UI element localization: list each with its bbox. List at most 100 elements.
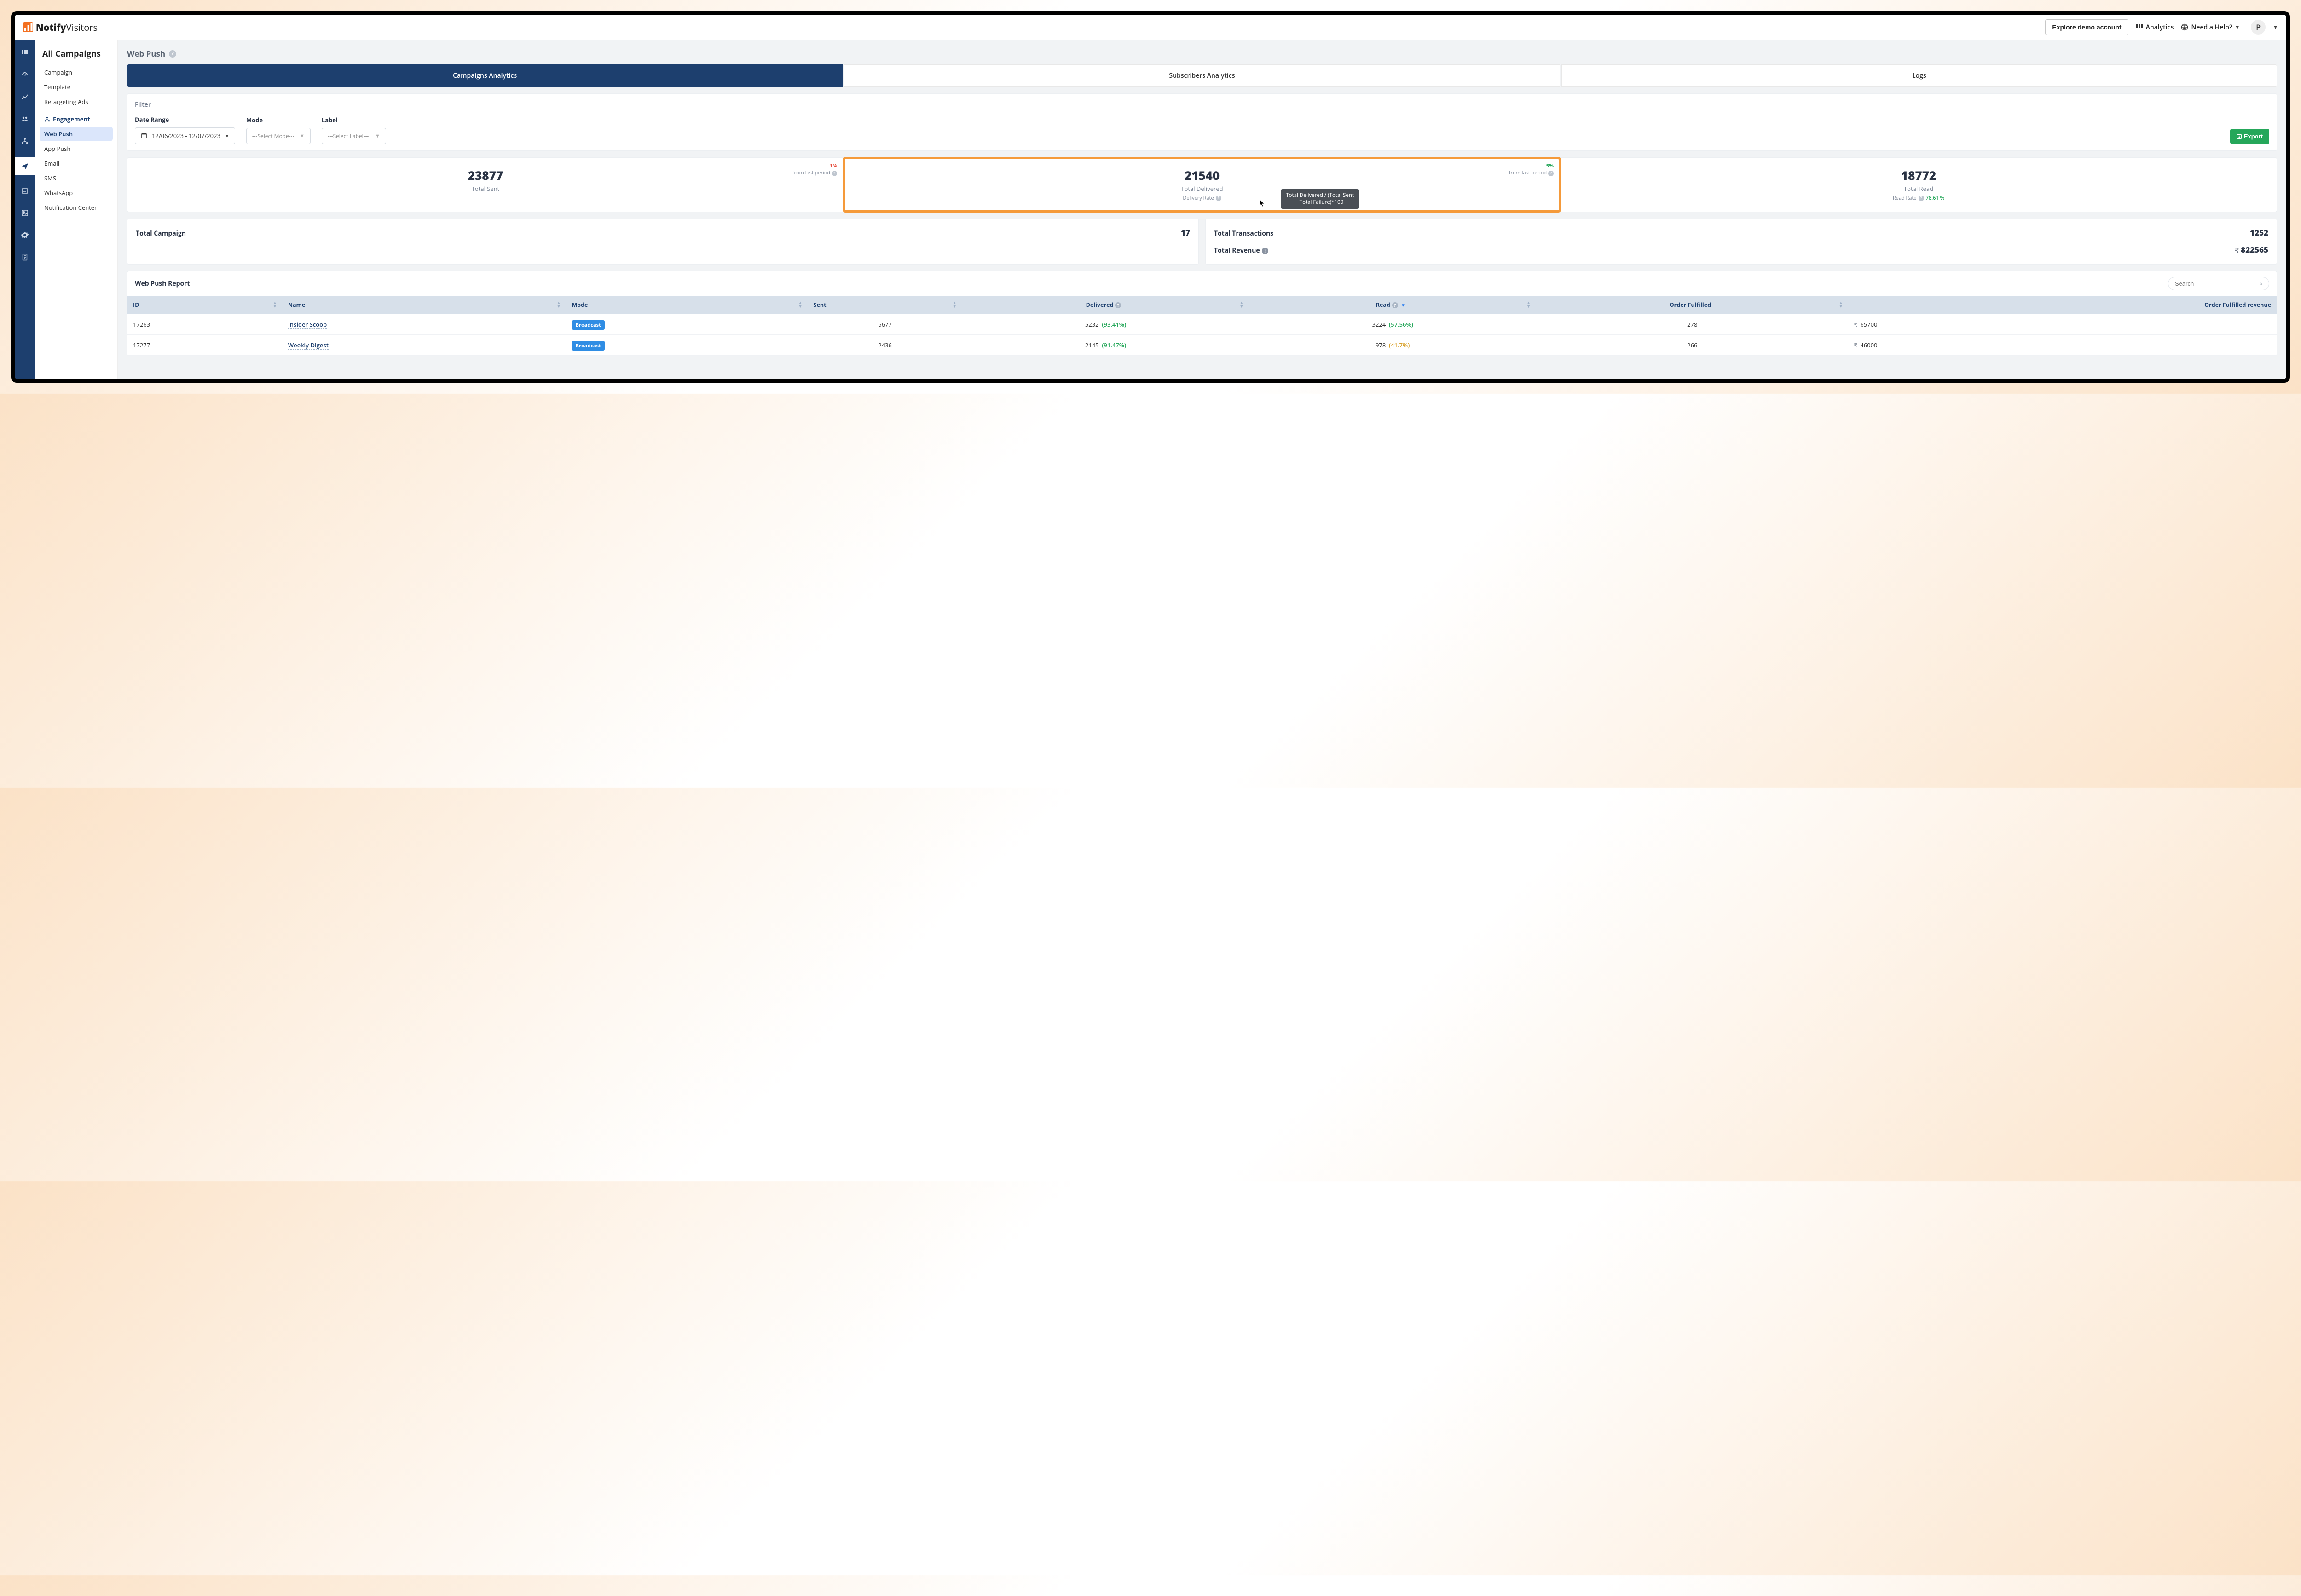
info-icon[interactable]: ?: [1548, 171, 1554, 176]
info-icon[interactable]: ?: [1216, 196, 1221, 201]
tab-campaigns-analytics[interactable]: Campaigns Analytics: [127, 64, 843, 87]
mode-select[interactable]: ---Select Mode--- ▼: [246, 128, 311, 144]
brand-prefix: Notify: [36, 21, 66, 34]
total-campaign-value: 17: [1181, 227, 1190, 238]
brand-suffix: Visitors: [66, 21, 98, 34]
tab-logs[interactable]: Logs: [1561, 64, 2277, 87]
export-button[interactable]: Export: [2230, 129, 2269, 144]
brand-logo[interactable]: NotifyVisitors: [23, 21, 98, 34]
campaign-name-link[interactable]: Weekly Digest: [288, 341, 329, 350]
col-read[interactable]: Read?▼▲▼: [1249, 296, 1536, 314]
total-campaign-label: Total Campaign: [136, 229, 186, 238]
filter-title: Filter: [135, 100, 2269, 109]
avatar[interactable]: P: [2251, 20, 2266, 35]
stat-sent-value: 23877: [136, 167, 835, 184]
total-transactions-value: 1252: [2250, 227, 2268, 238]
label-label: Label: [322, 116, 386, 124]
search-icon: [2260, 281, 2262, 287]
sort-desc-icon: ▼: [1401, 302, 1405, 308]
filter-panel: Filter Date Range 12/06/2023 - 12/07/202…: [127, 93, 2277, 151]
search-field[interactable]: [2175, 280, 2256, 287]
side-item-apppush[interactable]: App Push: [40, 141, 113, 156]
col-id[interactable]: ID▲▼: [127, 296, 283, 314]
trend-pct: 5%: [1546, 162, 1554, 169]
cell-revenue: 46000: [1849, 335, 2277, 356]
rail-analytics[interactable]: [18, 91, 31, 104]
page-title: Web Push ?: [127, 48, 2277, 59]
side-item-retargeting[interactable]: Retargeting Ads: [40, 94, 113, 109]
help-icon: [2181, 23, 2188, 31]
tabs: Campaigns Analytics Subscribers Analytic…: [127, 64, 2277, 87]
chevron-down-icon[interactable]: ▼: [2273, 24, 2278, 31]
stat-sent-trend: 1% from last period ?: [792, 162, 837, 176]
col-name[interactable]: Name▲▼: [283, 296, 567, 314]
delivery-rate-label: Delivery Rate: [1183, 195, 1214, 202]
rail-docs[interactable]: [18, 251, 31, 264]
rail-list[interactable]: [18, 184, 31, 197]
help-link[interactable]: Need a Help? ▼: [2181, 23, 2240, 32]
info-icon[interactable]: ?: [1392, 302, 1398, 308]
col-delivered[interactable]: Delivered?▲▼: [962, 296, 1249, 314]
analytics-link[interactable]: Analytics: [2136, 23, 2174, 32]
table-row[interactable]: 17277 Weekly Digest Broadcast 2436 2145 …: [127, 335, 2277, 356]
side-group-label: Engagement: [53, 115, 90, 123]
mode-chip: Broadcast: [572, 320, 605, 330]
mode-label: Mode: [246, 116, 311, 124]
date-range-value: 12/06/2023 - 12/07/2023: [152, 132, 220, 140]
col-fulfilled[interactable]: Order Fulfilled▲▼: [1536, 296, 1849, 314]
rail-apps[interactable]: [18, 46, 31, 59]
info-icon[interactable]: ?: [1919, 196, 1924, 201]
rail-hierarchy[interactable]: [18, 135, 31, 148]
date-range-label: Date Range: [135, 115, 235, 124]
campaign-name-link[interactable]: Insider Scoop: [288, 320, 327, 329]
col-revenue[interactable]: Order Fulfilled revenue: [1849, 296, 2277, 314]
side-item-whatsapp[interactable]: WhatsApp: [40, 185, 113, 200]
col-sent[interactable]: Sent▲▼: [808, 296, 962, 314]
tab-subscribers-analytics[interactable]: Subscribers Analytics: [844, 64, 1560, 87]
side-item-email[interactable]: Email: [40, 156, 113, 171]
rail-dashboard[interactable]: [18, 69, 31, 81]
table-row[interactable]: 17263 Insider Scoop Broadcast 5677 5232 …: [127, 314, 2277, 335]
rail-audience[interactable]: [18, 113, 31, 126]
caret-down-icon: ▼: [225, 133, 229, 139]
chevron-down-icon: ▼: [2235, 24, 2240, 31]
col-mode[interactable]: Mode▲▼: [567, 296, 808, 314]
icon-rail: [15, 40, 35, 379]
help-icon[interactable]: ?: [169, 50, 176, 58]
cell-id: 17277: [127, 335, 283, 356]
read-rate-label: Read Rate: [1893, 195, 1917, 202]
engagement-icon: [44, 116, 50, 122]
label-select[interactable]: ---Select Label--- ▼: [322, 128, 386, 144]
side-item-template[interactable]: Template: [40, 80, 113, 94]
info-icon[interactable]: ?: [832, 171, 837, 176]
trend-note: from last period: [1509, 169, 1547, 176]
side-item-campaign[interactable]: Campaign: [40, 65, 113, 80]
search-input[interactable]: [2168, 277, 2269, 290]
info-icon[interactable]: !: [1262, 248, 1268, 254]
delivery-rate-tooltip: Total Delivered / (Total Sent - Total Fa…: [1281, 189, 1359, 209]
stat-sent: 1% from last period ? 23877 Total Sent: [127, 158, 844, 212]
rail-image[interactable]: [18, 207, 31, 219]
analytics-label: Analytics: [2146, 23, 2174, 32]
mode-chip: Broadcast: [572, 341, 605, 351]
stats-row: 1% from last period ? 23877 Total Sent 5…: [127, 157, 2277, 212]
page-title-text: Web Push: [127, 48, 165, 59]
total-transactions-label: Total Transactions: [1214, 229, 1273, 238]
side-item-sms[interactable]: SMS: [40, 171, 113, 185]
read-rate-value: 78.61 %: [1926, 195, 1945, 202]
stat-read-label: Total Read: [1569, 184, 2268, 193]
rail-settings[interactable]: [18, 229, 31, 242]
cell-read: 978 (41.7%): [1249, 335, 1536, 356]
side-group-engagement[interactable]: Engagement: [40, 112, 113, 127]
side-item-webpush[interactable]: Web Push: [40, 127, 113, 141]
info-icon[interactable]: ?: [1115, 302, 1121, 308]
cell-sent: 5677: [808, 314, 962, 335]
export-icon: [2237, 134, 2242, 139]
date-range-input[interactable]: 12/06/2023 - 12/07/2023 ▼: [135, 127, 235, 144]
rail-campaigns[interactable]: [15, 157, 35, 175]
side-item-notifcenter[interactable]: Notification Center: [40, 200, 113, 215]
cell-id: 17263: [127, 314, 283, 335]
cell-delivered: 5232 (93.41%): [962, 314, 1249, 335]
stat-delivered-trend: 5% from last period ?: [1509, 162, 1554, 176]
explore-demo-button[interactable]: Explore demo account: [2045, 19, 2128, 35]
